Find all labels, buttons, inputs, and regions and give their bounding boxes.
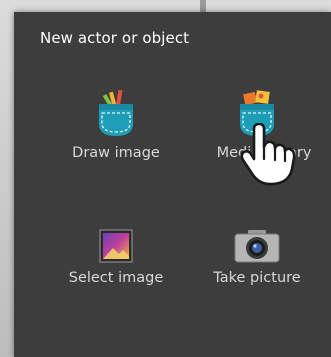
screen: New actor or object Draw image Media Sel… [0,0,331,357]
select-image-option[interactable]: Select image [50,229,182,287]
pocket-pencils-icon [99,90,133,136]
new-actor-dialog: New actor or object Draw image Media Sel… [14,12,331,357]
camera-icon [234,230,280,263]
draw-image-option[interactable]: Draw image [50,90,182,162]
background-divider [200,0,206,12]
select-image-label: Select image [68,270,164,286]
gallery-picture-icon [99,229,133,263]
draw-image-label: Draw image [72,145,160,161]
take-picture-label: Take picture [213,270,301,286]
dialog-title: New actor or object [40,29,190,47]
pointing-hand-icon [240,123,296,186]
take-picture-option[interactable]: Take picture [191,229,323,287]
